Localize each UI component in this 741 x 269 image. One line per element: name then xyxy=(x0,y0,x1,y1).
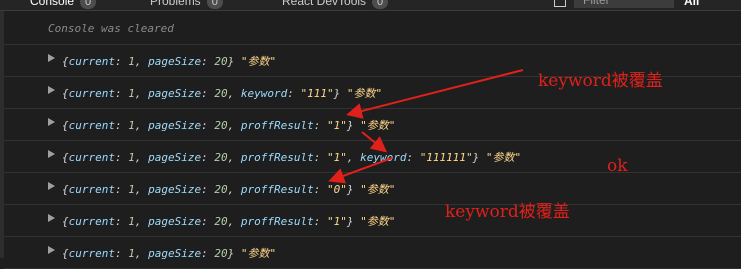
console-log-row[interactable]: {current: 1, pageSize: 20} "参数" xyxy=(4,237,741,269)
console-log-row[interactable]: {current: 1, pageSize: 20, proffResult: … xyxy=(4,173,741,205)
log-entry-text: {current: 1, pageSize: 20, proffResult: … xyxy=(62,119,396,132)
log-entry-text: {current: 1, pageSize: 20} "参数" xyxy=(62,55,277,68)
console-log-row[interactable]: {current: 1, pageSize: 20, proffResult: … xyxy=(4,205,741,237)
filter-input[interactable]: Filter xyxy=(574,0,674,8)
tab-console-count: 0 xyxy=(80,0,97,9)
annotation-keyword-overwritten-top: keyword被覆盖 xyxy=(538,71,663,91)
log-entry-text: {current: 1, pageSize: 20} "参数" xyxy=(62,247,277,260)
log-entry-text: {current: 1, pageSize: 20, proffResult: … xyxy=(62,151,522,164)
log-entry-text: {current: 1, pageSize: 20, proffResult: … xyxy=(62,183,396,196)
console-log-row[interactable]: {current: 1, pageSize: 20, proffResult: … xyxy=(4,141,741,173)
tab-problems-count: 0 xyxy=(206,0,223,9)
tab-react-devtools-label: React DevTools xyxy=(282,0,367,8)
tab-problems[interactable]: Problems 0 xyxy=(150,0,223,9)
expand-arrow-icon[interactable] xyxy=(48,86,55,94)
tab-console-label: Console xyxy=(30,0,75,8)
expand-arrow-icon[interactable] xyxy=(48,182,55,190)
tab-console[interactable]: Console 0 xyxy=(30,0,97,9)
tab-react-devtools[interactable]: React DevTools 0 xyxy=(282,0,389,9)
console-log-row[interactable]: {current: 1, pageSize: 20, proffResult: … xyxy=(4,109,741,141)
log-levels-select[interactable]: All xyxy=(684,0,699,8)
annotation-ok: ok xyxy=(607,156,628,176)
expand-arrow-icon[interactable] xyxy=(48,214,55,222)
annotation-keyword-overwritten-bottom: keyword被覆盖 xyxy=(445,202,570,222)
tab-react-devtools-count: 0 xyxy=(372,0,389,9)
console-toolbar: Console 0 Problems 0 React DevTools 0 Filte… xyxy=(0,0,741,11)
filter-icon[interactable] xyxy=(554,0,566,7)
log-entry-text: {current: 1, pageSize: 20, proffResult: … xyxy=(62,215,396,228)
tab-problems-label: Problems xyxy=(150,0,201,8)
expand-arrow-icon[interactable] xyxy=(48,118,55,126)
console-cleared-row: Console was cleared xyxy=(4,11,741,45)
console-cleared-message: Console was cleared xyxy=(48,22,174,35)
expand-arrow-icon[interactable] xyxy=(48,150,55,158)
expand-arrow-icon[interactable] xyxy=(48,246,55,254)
expand-arrow-icon[interactable] xyxy=(48,54,55,62)
log-entry-text: {current: 1, pageSize: 20, keyword: "111… xyxy=(62,87,383,100)
